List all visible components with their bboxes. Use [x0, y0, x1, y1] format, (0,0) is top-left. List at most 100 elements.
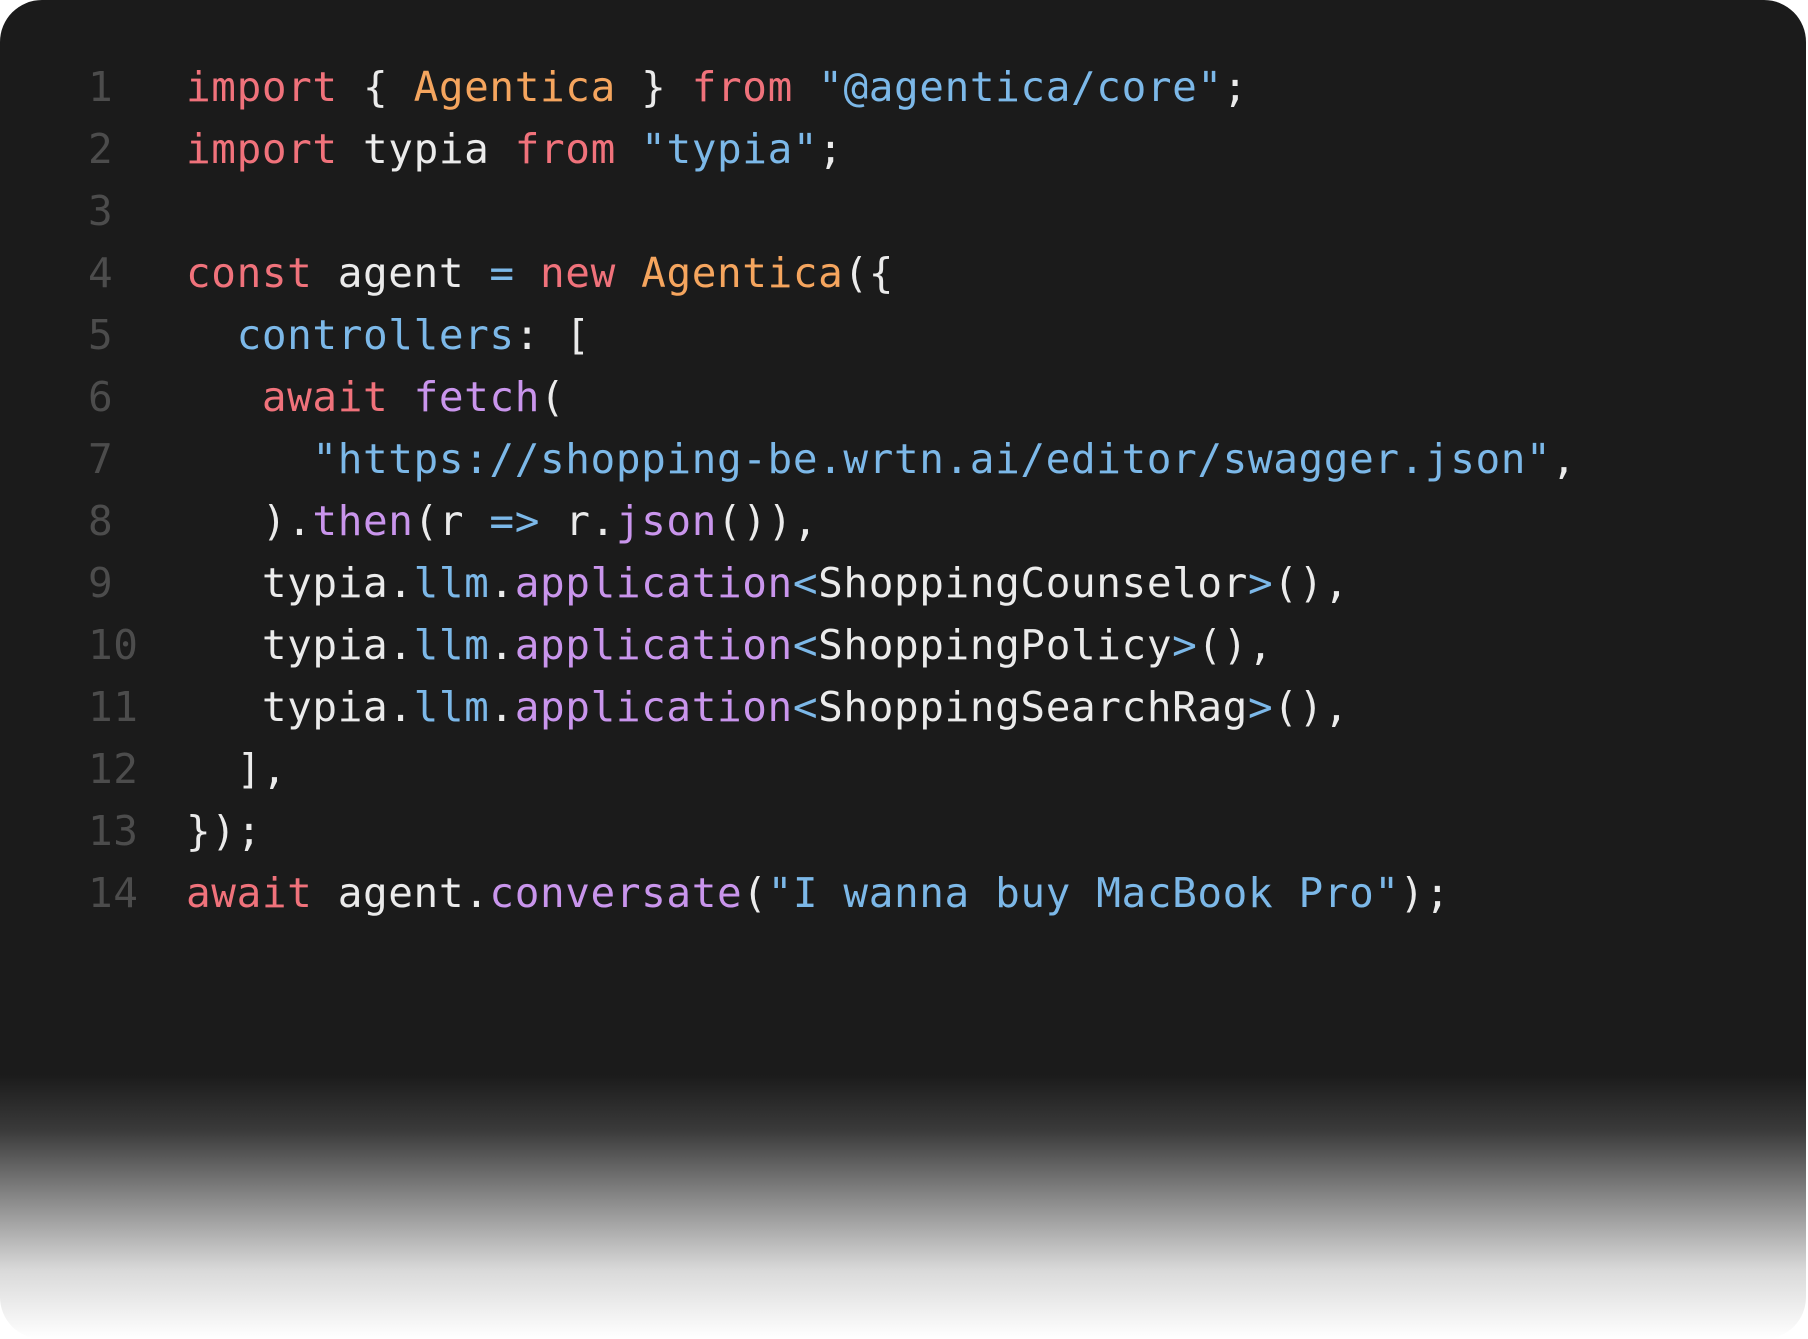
- code-token-op: <: [792, 621, 819, 669]
- line-source: "https://shopping-be.wrtn.ai/editor/swag…: [186, 428, 1577, 490]
- code-token-pun: }: [615, 63, 692, 111]
- line-source: ).then(r => r.json()),: [186, 490, 818, 552]
- code-token-pun: [515, 249, 540, 297]
- code-token-fn: json: [615, 497, 717, 545]
- code-token-pun: });: [186, 807, 262, 855]
- code-token-op: =: [489, 249, 515, 297]
- code-token-id: typia: [337, 125, 515, 173]
- code-token-str: "typia": [641, 125, 819, 173]
- code-token-id: ShoppingSearchRag: [818, 683, 1248, 731]
- code-token-kw: await: [261, 373, 389, 421]
- code-token-op: >: [1247, 683, 1274, 731]
- screenshot-frame: 1 import { Agentica } from "@agentica/cor…: [0, 0, 1808, 1339]
- code-token-fn: application: [514, 559, 793, 607]
- code-token-kw: import: [186, 125, 338, 173]
- code-token-pun: [186, 311, 237, 359]
- code-token-op: >: [1247, 559, 1274, 607]
- code-token-kw: import: [186, 63, 338, 111]
- line-source: import { Agentica } from "@agentica/core…: [186, 56, 1248, 118]
- line-number: 8: [88, 497, 114, 545]
- code-token-pun: (: [742, 869, 768, 917]
- code-token-pun: {: [337, 63, 414, 111]
- line-number: 1: [88, 63, 114, 111]
- code-token-fn: then: [312, 497, 414, 545]
- line-number: 6: [88, 373, 114, 421]
- code-token-id: typia.: [186, 559, 414, 607]
- code-token-op: <: [792, 683, 819, 731]
- line-number: 5: [88, 311, 114, 359]
- code-token-id: ShoppingCounselor: [818, 559, 1248, 607]
- code-token-pun: (: [540, 373, 566, 421]
- line-number: 3: [88, 187, 114, 235]
- code-token-id: agent.: [312, 869, 490, 917]
- line-source: });: [186, 800, 262, 862]
- code-token-pun: (),: [1273, 559, 1350, 607]
- code-token-op: <: [792, 559, 819, 607]
- line-number: 12: [88, 745, 139, 793]
- code-token-cls: Agentica: [641, 249, 844, 297]
- line-number: 10: [88, 621, 139, 669]
- line-number: 4: [88, 249, 114, 297]
- code-token-pun: : [: [514, 311, 591, 359]
- line-source: ],: [186, 738, 287, 800]
- code-editor: 1 import { Agentica } from "@agentica/cor…: [0, 0, 1806, 1339]
- code-token-prop: llm: [413, 621, 490, 669]
- line-source: await agent.conversate("I wanna buy MacB…: [186, 862, 1450, 924]
- code-token-kw: from: [514, 125, 616, 173]
- code-token-prop: controllers: [236, 311, 515, 359]
- code-token-pun: [186, 435, 312, 483]
- code-token-fn: application: [514, 621, 793, 669]
- code-token-str: "@agentica/core": [818, 63, 1223, 111]
- code-token-pun: ,: [1551, 435, 1577, 483]
- code-token-pun: ],: [186, 745, 288, 793]
- code-token-id: ShoppingPolicy: [818, 621, 1173, 669]
- code-token-pun: [186, 373, 262, 421]
- code-token-id: (r: [413, 497, 490, 545]
- code-token-cls: Agentica: [413, 63, 616, 111]
- line-source: typia.llm.application<ShoppingSearchRag>…: [186, 676, 1349, 738]
- code-token-pun: );: [1399, 869, 1451, 917]
- code-token-pun: ({: [843, 249, 895, 297]
- code-token-pun: [793, 63, 818, 111]
- line-source: await fetch(: [186, 366, 565, 428]
- code-token-kw: await: [186, 869, 313, 917]
- code-token-kw: new: [540, 249, 616, 297]
- code-token-pun: ;: [818, 125, 844, 173]
- code-token-pun: ).: [186, 497, 313, 545]
- code-token-pun: (),: [1273, 683, 1350, 731]
- line-number: 11: [88, 683, 139, 731]
- code-token-kw: from: [691, 63, 793, 111]
- code-token-pun: .: [489, 559, 515, 607]
- line-number: 7: [88, 435, 114, 483]
- code-token-op: >: [1172, 621, 1198, 669]
- code-token-str: "https://shopping-be.wrtn.ai/editor/swag…: [312, 435, 1552, 483]
- code-token-id: typia.: [186, 683, 414, 731]
- code-token-id: r.: [540, 497, 616, 545]
- line-number: 2: [88, 125, 114, 173]
- code-token-pun: ()),: [717, 497, 819, 545]
- code-token-pun: (),: [1197, 621, 1274, 669]
- line-source: typia.llm.application<ShoppingCounselor>…: [186, 552, 1349, 614]
- code-token-pun: [616, 125, 641, 173]
- code-token-pun: [616, 249, 641, 297]
- line-source: controllers: [: [186, 304, 591, 366]
- code-token-pun: .: [489, 621, 515, 669]
- code-token-prop: llm: [413, 683, 490, 731]
- line-source: typia.llm.application<ShoppingPolicy>(),: [186, 614, 1273, 676]
- line-source: import typia from "typia";: [186, 118, 843, 180]
- code-token-fn: application: [514, 683, 793, 731]
- code-token-str: "I wanna buy MacBook Pro": [767, 869, 1400, 917]
- code-token-id: typia.: [186, 621, 414, 669]
- code-token-pun: [388, 373, 413, 421]
- line-number: 9: [88, 559, 114, 607]
- code-token-op: =>: [489, 497, 540, 545]
- code-token-pun: .: [489, 683, 515, 731]
- code-token-kw: const: [186, 249, 313, 297]
- code-token-prop: llm: [413, 559, 490, 607]
- code-token-fn: conversate: [489, 869, 743, 917]
- code-token-pun: ;: [1222, 63, 1248, 111]
- line-source: const agent = new Agentica({: [186, 242, 894, 304]
- code-token-fn: fetch: [413, 373, 540, 421]
- line-number: 14: [88, 869, 139, 917]
- line-number: 13: [88, 807, 139, 855]
